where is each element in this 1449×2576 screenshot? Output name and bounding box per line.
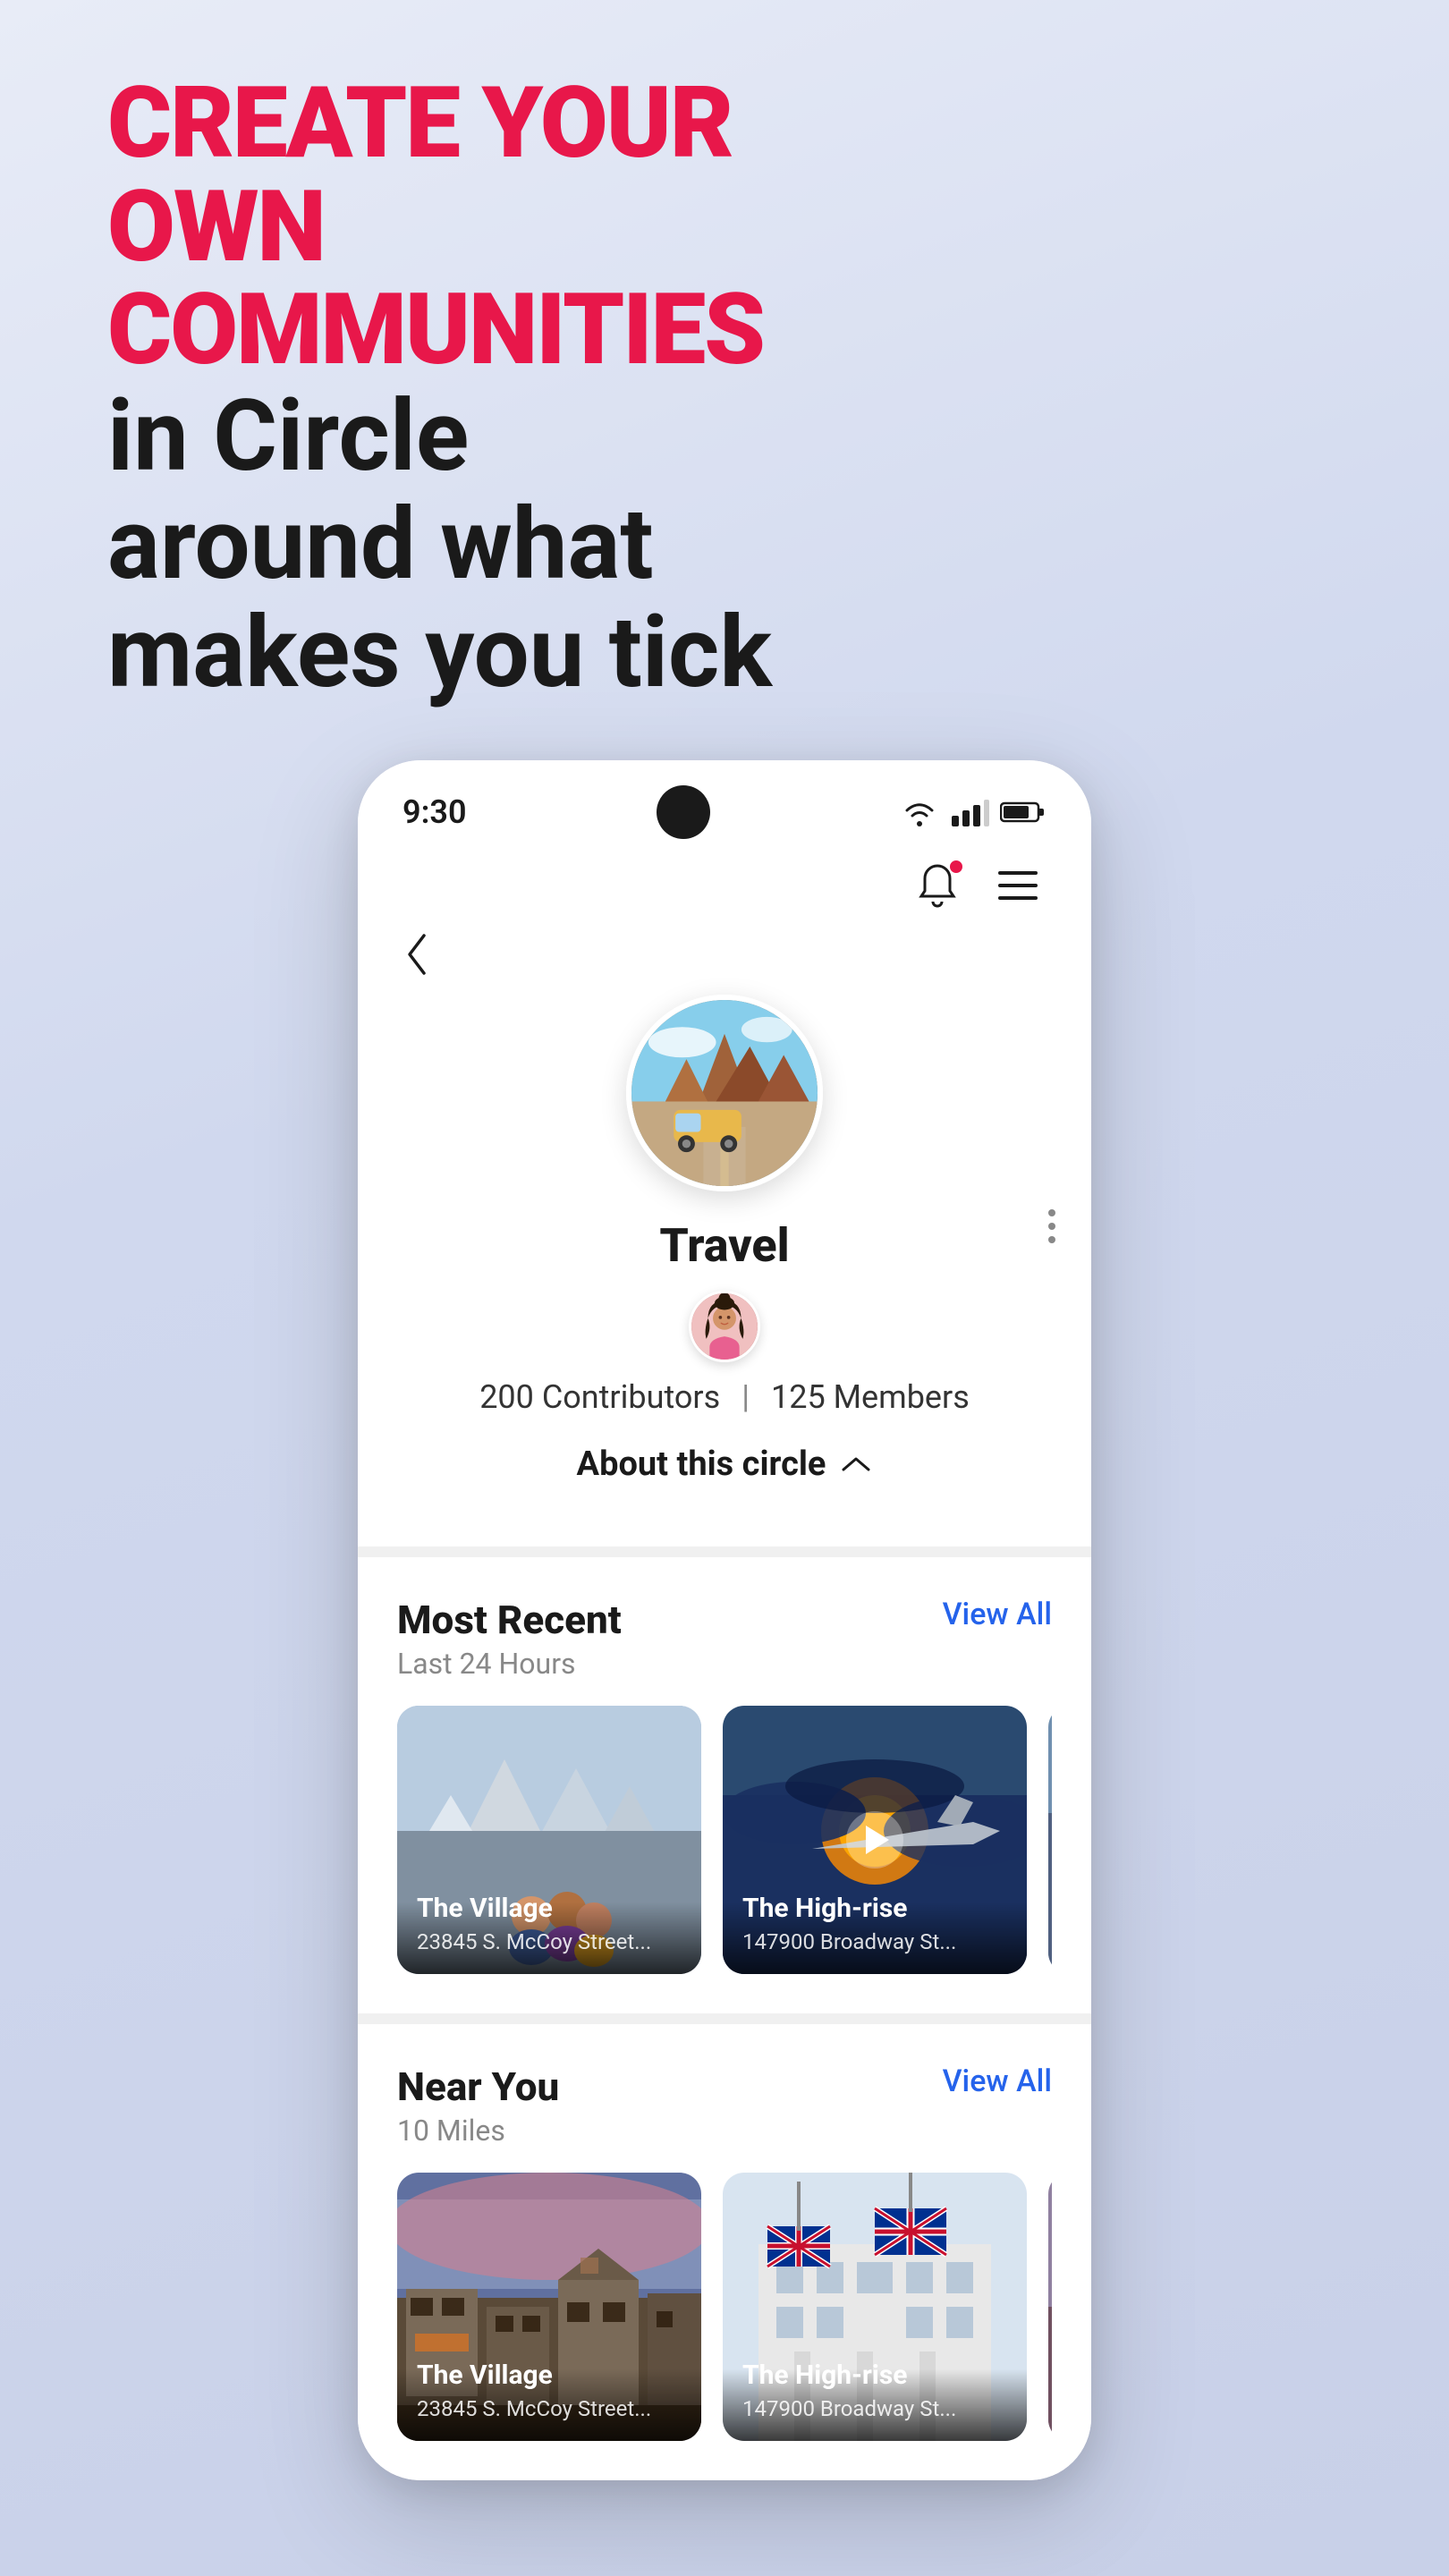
circle-avatar [626,995,823,1191]
card-title-2: The High-rise [742,1893,1007,1924]
section-divider-2 [358,2013,1091,2024]
status-icons [900,798,1046,826]
near-you-header: Near You 10 Miles View All [397,2063,1052,2148]
circle-title: Travel [659,1218,789,1273]
status-bar: 9:30 [358,760,1091,848]
status-time: 9:30 [402,793,467,831]
card-title-3: The Village [417,2360,682,2391]
back-arrow-icon [402,932,429,977]
near-you-title: Near You [397,2063,559,2110]
card-village-2[interactable]: The Village 23845 S. McCoy Street... [397,2173,701,2441]
card-partial-1 [1048,1706,1052,1974]
wifi-icon [900,798,939,826]
bell-button[interactable] [909,857,966,914]
card-overlay-4: The High-rise 147900 Broadway St... [723,2338,1027,2441]
card-overlay-2: The High-rise 147900 Broadway St... [723,1871,1027,1974]
card-title-4: The High-rise [742,2360,1007,2391]
chevron-up-icon [840,1453,872,1475]
most-recent-subtitle: Last 24 Hours [397,1647,622,1681]
most-recent-title: Most Recent [397,1597,622,1643]
near-you-title-group: Near You 10 Miles [397,2063,559,2148]
card-highrise-2[interactable]: The High-rise 147900 Broadway St... [723,2173,1027,2441]
menu-line-2 [998,884,1038,887]
more-options-button[interactable] [1048,1209,1055,1243]
dot-2 [1048,1223,1055,1230]
profile-section: Travel [358,995,1091,1546]
headline-bold: CREATE YOUR OWN COMMUNITIES [107,72,787,382]
menu-line-3 [998,896,1038,900]
travel-scene [631,1000,818,1186]
card-partial-2 [1048,2173,1052,2441]
card-highrise-1[interactable]: The High-rise 147900 Broadway St... [723,1706,1027,1974]
near-you-subtitle: 10 Miles [397,2114,559,2148]
most-recent-cards: The Village 23845 S. McCoy Street... [397,1706,1052,1996]
play-triangle-icon [866,1826,889,1854]
card-partial-bg-2 [1048,2173,1052,2441]
card-partial-bg [1048,1706,1052,1974]
menu-button[interactable] [998,857,1055,914]
near-you-view-all[interactable]: View All [943,2063,1052,2099]
card-subtitle-1: 23845 S. McCoy Street... [417,1929,682,1954]
signal-icon [950,798,989,826]
battery-icon [1000,798,1046,826]
user-avatar [689,1291,760,1362]
card-subtitle-3: 23845 S. McCoy Street... [417,2396,682,2421]
card-village-1[interactable]: The Village 23845 S. McCoy Street... [397,1706,701,1974]
headline-section: CREATE YOUR OWN COMMUNITIES in Circle ar… [54,72,787,707]
headline-normal: in Circle around what makes you tick [107,382,787,707]
dot-3 [1048,1236,1055,1243]
card-overlay-3: The Village 23845 S. McCoy Street... [397,2338,701,2441]
menu-line-1 [998,871,1038,875]
camera-dot [657,785,710,839]
most-recent-view-all[interactable]: View All [943,1597,1052,1632]
dot-1 [1048,1209,1055,1216]
notification-dot [948,859,964,875]
card-overlay-1: The Village 23845 S. McCoy Street... [397,1871,701,1974]
members-stat: 125 Members [771,1378,970,1416]
near-you-section: Near You 10 Miles View All [358,2024,1091,2480]
card-subtitle-4: 147900 Broadway St... [742,2396,1007,2421]
phone-frame: 9:30 [358,760,1091,2480]
card-title-1: The Village [417,1893,682,1924]
about-circle-row[interactable]: About this circle [577,1445,873,1484]
contributors-stat: 200 Contributors [479,1378,720,1416]
card-subtitle-2: 147900 Broadway St... [742,1929,1007,1954]
near-you-cards: The Village 23845 S. McCoy Street... [397,2173,1052,2462]
about-circle-label: About this circle [577,1445,826,1484]
section-divider [358,1546,1091,1557]
user-avatar-image [691,1291,758,1362]
most-recent-header: Most Recent Last 24 Hours View All [397,1597,1052,1681]
back-row [358,932,1091,995]
most-recent-title-group: Most Recent Last 24 Hours [397,1597,622,1681]
stats-divider: | [741,1378,750,1416]
back-button[interactable] [394,932,438,977]
top-nav [358,848,1091,932]
play-button-1[interactable] [846,1811,903,1868]
stats-row: 200 Contributors | 125 Members [479,1378,970,1416]
most-recent-section: Most Recent Last 24 Hours View All [358,1557,1091,2013]
